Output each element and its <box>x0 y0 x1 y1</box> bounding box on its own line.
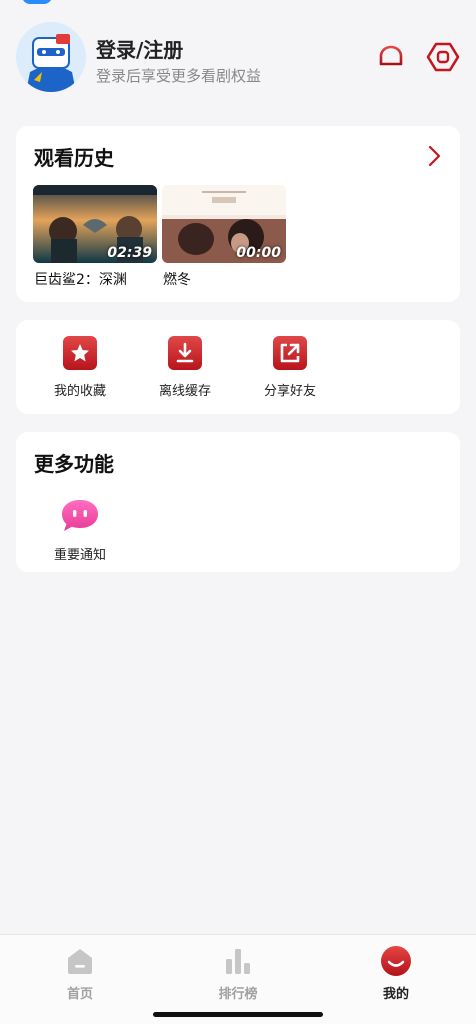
tab-home-label: 首页 <box>66 987 93 1002</box>
watch-history-card: 观看历史 02:39 巨齿鲨2：深渊 00:00 燃冬 <box>16 126 460 302</box>
login-title[interactable]: 登录/注册 <box>96 34 183 63</box>
tab-home[interactable]: 首页 <box>40 945 120 1002</box>
share-icon <box>273 336 307 370</box>
bell-icon[interactable] <box>374 40 408 74</box>
smile-face-icon <box>380 945 412 977</box>
share-friends-button[interactable]: 分享好友 <box>250 336 330 400</box>
chevron-right-icon[interactable] <box>424 144 444 168</box>
avatar[interactable] <box>16 22 86 92</box>
login-subtitle: 登录后享受更多看剧权益 <box>96 67 262 85</box>
tab-mine-label: 我的 <box>382 987 409 1002</box>
important-notice-button[interactable]: 重要通知 <box>40 498 120 563</box>
favorites-label: 我的收藏 <box>53 384 106 399</box>
more-features-card: 更多功能 重要通知 <box>16 432 460 572</box>
download-icon <box>168 336 202 370</box>
hexagon-settings-icon[interactable] <box>426 40 460 74</box>
history-thumb-1[interactable]: 02:39 <box>33 185 157 263</box>
history-caption-2[interactable]: 燃冬 <box>163 269 191 289</box>
tab-ranking[interactable]: 排行榜 <box>198 945 278 1002</box>
bar-chart-icon <box>222 945 254 977</box>
tab-mine[interactable]: 我的 <box>356 945 436 1002</box>
history-title: 观看历史 <box>34 146 114 170</box>
home-indicator <box>153 1012 323 1017</box>
home-icon <box>64 945 96 977</box>
star-icon <box>63 336 97 370</box>
history-time-1: 02:39 <box>107 245 152 261</box>
offline-cache-button[interactable]: 离线缓存 <box>145 336 225 400</box>
bottom-tab-bar: 首页 排行榜 我的 <box>0 934 476 1024</box>
share-friends-label: 分享好友 <box>263 384 316 399</box>
history-time-2: 00:00 <box>236 245 281 261</box>
quick-actions-card: 我的收藏 离线缓存 分享好友 <box>16 320 460 414</box>
app-page: 登录/注册 登录后享受更多看剧权益 观看历史 02:39 巨齿鲨2：深渊 00:… <box>0 0 476 1024</box>
status-pill <box>22 0 52 4</box>
history-thumb-2[interactable]: 00:00 <box>162 185 286 263</box>
tab-ranking-label: 排行榜 <box>218 987 258 1002</box>
history-caption-1[interactable]: 巨齿鲨2：深渊 <box>34 269 127 289</box>
chat-bubble-icon <box>60 498 100 534</box>
offline-cache-label: 离线缓存 <box>158 384 211 399</box>
important-notice-label: 重要通知 <box>53 548 106 563</box>
more-title: 更多功能 <box>34 452 114 476</box>
favorites-button[interactable]: 我的收藏 <box>40 336 120 400</box>
profile-header: 登录/注册 登录后享受更多看剧权益 <box>0 22 476 94</box>
